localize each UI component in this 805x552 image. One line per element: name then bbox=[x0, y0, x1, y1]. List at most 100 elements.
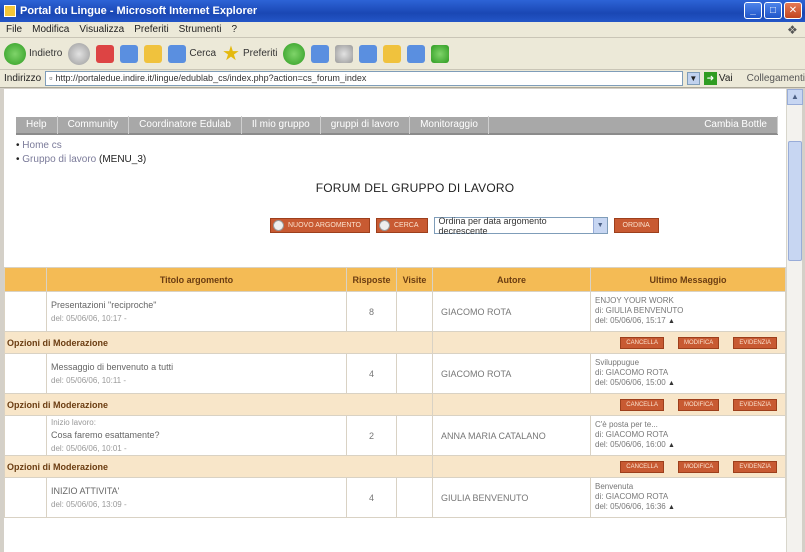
search-forum-button[interactable]: CERCA bbox=[376, 218, 428, 233]
nav-community[interactable]: Community bbox=[58, 116, 130, 134]
highlight-button[interactable]: EVIDENZIA bbox=[733, 398, 777, 411]
table-row: Inizio lavoro: Cosa faremo esattamente? … bbox=[4, 415, 786, 456]
nav-work-groups[interactable]: gruppi di lavoro bbox=[321, 116, 411, 134]
nav-right-item[interactable]: Cambia Bottle bbox=[694, 116, 778, 134]
research-icon[interactable] bbox=[431, 44, 450, 63]
maximize-button[interactable]: □ bbox=[764, 2, 782, 19]
messenger-icon[interactable] bbox=[407, 44, 426, 63]
last-message-title[interactable]: ENJOY YOUR WORK bbox=[595, 296, 785, 306]
table-header-row: Titolo argomento Risposte Visite Autore … bbox=[4, 267, 786, 292]
last-message-title[interactable]: Sviluppugue bbox=[595, 358, 785, 368]
go-button[interactable]: ➜ Vai bbox=[703, 72, 733, 85]
header-visits: Visite bbox=[396, 267, 433, 292]
address-dropdown[interactable]: ▼ bbox=[686, 72, 700, 85]
forum-actions: NUOVO ARGOMENTO CERCA Ordina per data ar… bbox=[270, 216, 659, 236]
last-message-cell: ENJOY YOUR WORK di: GIULIA BENVENUTO del… bbox=[590, 291, 786, 332]
highlight-button[interactable]: EVIDENZIA bbox=[733, 460, 777, 473]
vertical-scrollbar[interactable]: ▲ bbox=[786, 89, 803, 552]
nav-help[interactable]: Help bbox=[16, 116, 58, 134]
nav-my-group[interactable]: Il mio gruppo bbox=[242, 116, 321, 134]
print-icon[interactable] bbox=[335, 44, 354, 63]
nav-monitoring[interactable]: Monitoraggio bbox=[410, 116, 489, 134]
topic-date: del: 05/06/06, 13:09 - bbox=[51, 499, 127, 509]
last-message-date: del: 05/06/06, 15:00 bbox=[595, 378, 666, 387]
address-label: Indirizzo bbox=[4, 73, 42, 84]
moderation-row: Opzioni di Moderazione CANCELLA MODIFICA… bbox=[4, 331, 786, 354]
favorites-button[interactable]: ★ Preferiti bbox=[222, 44, 277, 64]
stop-icon[interactable] bbox=[96, 44, 115, 63]
last-message-date: del: 05/06/06, 16:36 bbox=[595, 502, 666, 511]
scroll-up-icon[interactable]: ▲ bbox=[787, 89, 803, 105]
nav-coordinator[interactable]: Coordinatore Edulab bbox=[129, 116, 242, 134]
history-icon[interactable] bbox=[311, 44, 330, 63]
topic-title-link[interactable]: Presentazioni "reciproche" bbox=[51, 300, 156, 310]
table-row: INIZIO ATTIVITA' del: 05/06/06, 13:09 - … bbox=[4, 477, 786, 518]
last-message-title[interactable]: Benvenuta bbox=[595, 482, 785, 492]
last-message-cell: Benvenuta di: GIACOMO ROTA del: 05/06/06… bbox=[590, 477, 786, 518]
header-last-message: Ultimo Messaggio bbox=[590, 267, 786, 292]
edit-button[interactable]: MODIFICA bbox=[677, 460, 720, 473]
minimize-button[interactable]: _ bbox=[744, 2, 762, 19]
menu-help[interactable]: ? bbox=[231, 24, 237, 35]
highlight-button[interactable]: EVIDENZIA bbox=[733, 336, 777, 349]
menu-edit[interactable]: Modifica bbox=[32, 24, 69, 35]
folder-icon[interactable] bbox=[383, 44, 402, 63]
home-icon[interactable] bbox=[144, 44, 163, 63]
moderation-actions-cell: CANCELLA MODIFICA EVIDENZIA bbox=[432, 331, 786, 354]
moderation-label-cell: Opzioni di Moderazione bbox=[4, 455, 433, 478]
delete-button[interactable]: CANCELLA bbox=[620, 398, 664, 411]
close-button[interactable]: ✕ bbox=[784, 2, 802, 19]
moderation-label: Opzioni di Moderazione bbox=[7, 399, 108, 410]
topic-author[interactable]: GIACOMO ROTA bbox=[432, 353, 591, 394]
refresh-icon[interactable] bbox=[120, 44, 139, 63]
favorites-label: Preferiti bbox=[242, 48, 278, 59]
mail-icon[interactable] bbox=[359, 44, 378, 63]
topic-title-link[interactable]: INIZIO ATTIVITA' bbox=[51, 486, 119, 496]
breadcrumb-home[interactable]: Home cs bbox=[22, 140, 61, 151]
back-label: Indietro bbox=[29, 48, 63, 59]
topic-author[interactable]: GIULIA BENVENUTO bbox=[432, 477, 591, 518]
last-message-author: di: GIACOMO ROTA bbox=[595, 368, 669, 377]
topic-title-link[interactable]: Messaggio di benvenuto a tutti bbox=[51, 362, 173, 372]
breadcrumb: • Home cs • Gruppo di lavoro (MENU_3) bbox=[16, 140, 147, 165]
topic-visits bbox=[396, 353, 433, 394]
moderation-buttons: CANCELLA MODIFICA EVIDENZIA bbox=[433, 398, 785, 411]
topic-author[interactable]: GIACOMO ROTA bbox=[432, 291, 591, 332]
go-label: Vai bbox=[718, 73, 733, 84]
go-to-message-icon[interactable]: ▲ bbox=[668, 380, 675, 387]
topic-cell: Inizio lavoro: Cosa faremo esattamente? … bbox=[46, 415, 347, 456]
menu-tools[interactable]: Strumenti bbox=[179, 24, 222, 35]
forward-button[interactable] bbox=[68, 42, 91, 65]
menu-favorites[interactable]: Preferiti bbox=[134, 24, 168, 35]
scroll-thumb[interactable] bbox=[788, 141, 802, 261]
header-blank bbox=[4, 267, 47, 292]
new-topic-button[interactable]: NUOVO ARGOMENTO bbox=[270, 218, 370, 233]
topic-author[interactable]: ANNA MARIA CATALANO bbox=[432, 415, 591, 456]
edit-button[interactable]: MODIFICA bbox=[677, 336, 720, 349]
menu-view[interactable]: Visualizza bbox=[79, 24, 124, 35]
back-arrow-icon bbox=[4, 42, 26, 65]
row-blank bbox=[4, 477, 47, 518]
menu-file[interactable]: File bbox=[6, 24, 22, 35]
sort-select[interactable]: Ordina per data argomento decrescente ▼ bbox=[433, 216, 608, 236]
last-message-title[interactable]: C'è posta per te... bbox=[595, 420, 785, 430]
links-button[interactable]: Collegamenti bbox=[747, 73, 805, 84]
go-to-message-icon[interactable]: ▲ bbox=[668, 504, 675, 511]
address-input[interactable]: ▫ http://portaledue.indire.it/lingue/edu… bbox=[45, 71, 683, 86]
breadcrumb-group[interactable]: Gruppo di lavoro bbox=[22, 154, 96, 165]
go-to-message-icon[interactable]: ▲ bbox=[668, 442, 675, 449]
topic-cell: Presentazioni "reciproche" del: 05/06/06… bbox=[46, 291, 347, 332]
moderation-row: Opzioni di Moderazione CANCELLA MODIFICA… bbox=[4, 455, 786, 478]
go-to-message-icon[interactable]: ▲ bbox=[668, 318, 675, 325]
topic-title-link[interactable]: Cosa faremo esattamente? bbox=[51, 430, 160, 440]
delete-button[interactable]: CANCELLA bbox=[620, 460, 664, 473]
media-icon[interactable] bbox=[283, 42, 306, 65]
last-message-date: del: 05/06/06, 16:00 bbox=[595, 440, 666, 449]
moderation-buttons: CANCELLA MODIFICA EVIDENZIA bbox=[433, 336, 785, 349]
edit-button[interactable]: MODIFICA bbox=[677, 398, 720, 411]
search-button[interactable]: Cerca bbox=[168, 44, 216, 63]
delete-button[interactable]: CANCELLA bbox=[620, 336, 664, 349]
sort-button[interactable]: ORDINA bbox=[613, 218, 659, 233]
back-button[interactable]: Indietro bbox=[4, 42, 63, 65]
topic-visits bbox=[396, 415, 433, 456]
